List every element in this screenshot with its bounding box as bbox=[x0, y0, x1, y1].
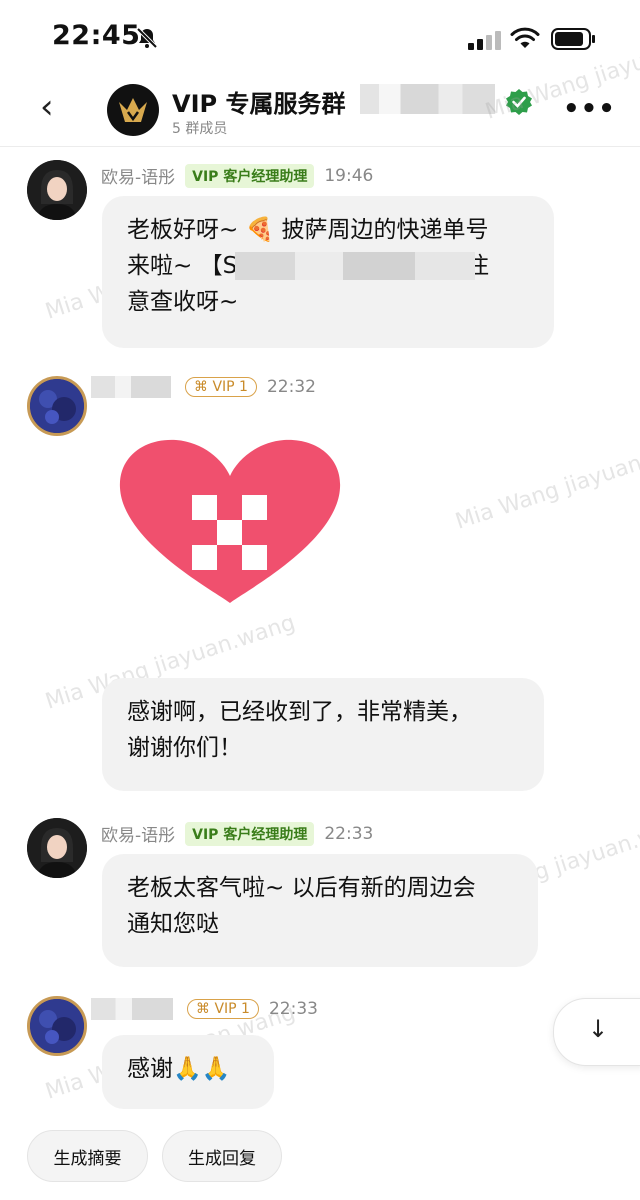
message-meta: ⌘ VIP 1 22:33 bbox=[91, 998, 318, 1020]
redacted-sender-name bbox=[91, 998, 173, 1020]
muted-bell-icon bbox=[136, 27, 158, 49]
message-line: 老板太客气啦~ 以后有新的周边会 bbox=[127, 875, 476, 901]
generate-reply-button[interactable]: 生成回复 bbox=[162, 1130, 282, 1182]
back-button[interactable]: ‹ bbox=[40, 90, 54, 124]
message-meta: 欧易-语彤 VIP 客户经理助理 22:33 bbox=[101, 821, 373, 846]
agent-avatar-illustration-icon bbox=[27, 160, 87, 220]
message-line: 谢谢你们！ bbox=[127, 735, 242, 761]
user-avatar-texture-icon bbox=[30, 999, 84, 1053]
vip-level-badge: ⌘ VIP 1 bbox=[187, 999, 259, 1019]
vip-level-badge: ⌘ VIP 1 bbox=[185, 377, 257, 397]
vip-badge-icon: ⌘ bbox=[194, 379, 213, 395]
message-line: 意查收呀~ bbox=[127, 289, 239, 315]
sender-name: 欧易-语彤 bbox=[101, 168, 176, 188]
agent-avatar-illustration-icon bbox=[27, 818, 87, 878]
signal-icon bbox=[468, 31, 501, 50]
user-avatar-texture-icon bbox=[30, 379, 84, 433]
message-time: 19:46 bbox=[324, 165, 374, 186]
redacted-title-suffix bbox=[360, 84, 495, 114]
message-bubble[interactable]: 老板好呀~ 🍕 披萨周边的快递单号 来啦~ 【S 】 要注 意查收呀~ bbox=[102, 196, 554, 348]
vip-crown-logo-icon bbox=[119, 98, 147, 122]
message-meta: ⌘ VIP 1 22:32 bbox=[91, 376, 316, 398]
agent-avatar[interactable] bbox=[27, 818, 87, 878]
message-line: 感谢🙏🙏 bbox=[127, 1056, 231, 1082]
arrow-down-icon: ↓ bbox=[588, 1015, 609, 1043]
sender-name: 欧易-语彤 bbox=[101, 826, 176, 846]
battery-icon bbox=[551, 28, 595, 50]
message-bubble[interactable]: 感谢啊，已经收到了，非常精美， 谢谢你们！ bbox=[102, 678, 544, 791]
status-time: 22:45 bbox=[52, 20, 141, 51]
member-count: 5 群成员 bbox=[172, 121, 228, 137]
message-time: 22:32 bbox=[266, 377, 316, 397]
vip-badge-icon: ⌘ bbox=[196, 1001, 215, 1017]
agent-avatar[interactable] bbox=[27, 160, 87, 220]
message-line: 通知您哒 bbox=[127, 911, 219, 937]
generate-summary-button[interactable]: 生成摘要 bbox=[27, 1130, 148, 1182]
verified-badge-icon bbox=[506, 89, 532, 115]
message-line: 感谢啊，已经收到了，非常精美， bbox=[127, 699, 472, 725]
redacted-tracking-number bbox=[235, 252, 475, 280]
status-bar: 22:45 bbox=[0, 0, 640, 78]
message-time: 22:33 bbox=[268, 999, 318, 1019]
message-bubble[interactable]: 老板太客气啦~ 以后有新的周边会 通知您哒 bbox=[102, 854, 538, 967]
message-meta: 欧易-语彤 VIP 客户经理助理 19:46 bbox=[101, 163, 373, 188]
role-badge: VIP 客户经理助理 bbox=[185, 163, 315, 188]
heart-okx-sticker[interactable] bbox=[118, 438, 343, 603]
chat-header: ‹ VIP 专属服务群 5 群成员 ••• bbox=[0, 78, 640, 147]
message-time: 22:33 bbox=[324, 823, 374, 844]
redacted-sender-name bbox=[91, 376, 171, 398]
group-title: VIP 专属服务群 bbox=[172, 90, 346, 118]
wifi-icon bbox=[510, 27, 540, 48]
group-avatar[interactable] bbox=[107, 84, 159, 136]
message-bubble[interactable]: 感谢🙏🙏 bbox=[102, 1035, 274, 1109]
user-avatar[interactable] bbox=[27, 376, 87, 436]
role-badge: VIP 客户经理助理 bbox=[185, 821, 315, 846]
scroll-to-bottom-button[interactable]: ↓ bbox=[553, 998, 640, 1066]
message-line: 老板好呀~ 🍕 披萨周边的快递单号 bbox=[127, 217, 489, 243]
user-avatar[interactable] bbox=[27, 996, 87, 1056]
more-options-button[interactable]: ••• bbox=[563, 94, 616, 124]
watermark: Mia Wang jiayuan.wang bbox=[452, 430, 640, 535]
